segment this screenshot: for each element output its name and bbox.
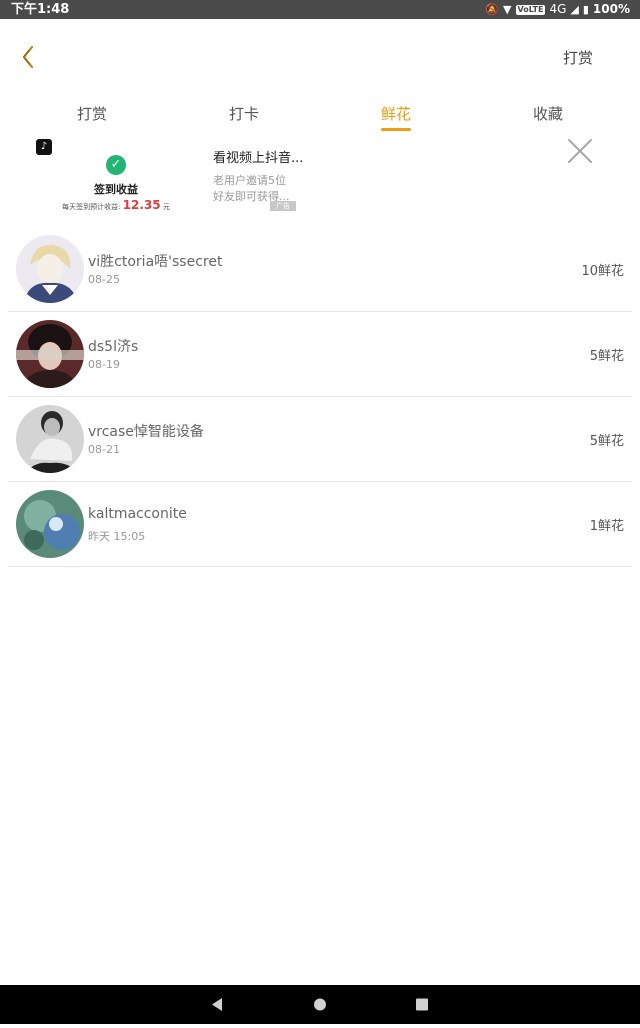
ad-title[interactable]: 看视频上抖音... [213, 147, 303, 166]
record-date: 昨天 15:05 [88, 530, 146, 543]
list-item[interactable]: vrcase悼智能设备 08-21 5鲜花 [8, 397, 632, 482]
flower-count: 1鲜花 [589, 519, 624, 534]
signal-icon: ◢ [570, 3, 579, 16]
tab-flowers[interactable]: 鲜花 [356, 103, 436, 131]
status-time: 下午1:48 [11, 2, 70, 17]
ad-image[interactable]: ♪ ✓ 签到收益 每天签到预计收益: 12.35 元 [36, 137, 196, 215]
flower-count: 5鲜花 [589, 434, 624, 449]
status-icons: 🔕 ▼ VoLTE 4G ◢ ▮ 100% [485, 0, 630, 19]
avatar[interactable] [16, 405, 84, 473]
square-recent-icon [416, 998, 428, 1011]
tab-bar: 打赏 打卡 鲜花 收藏 [0, 94, 640, 132]
tab-label: 打卡 [228, 105, 259, 123]
list-item[interactable]: kaltmacconite 昨天 15:05 1鲜花 [8, 482, 632, 567]
close-icon [568, 139, 592, 163]
record-date: 08-25 [88, 273, 120, 286]
ad-income-prefix: 每天签到预计收益: [62, 203, 121, 211]
battery-level: 100% [592, 2, 630, 16]
list-item[interactable]: vi胜ctoria唔'ssecret 08-25 10鲜花 [8, 227, 632, 312]
avatar[interactable] [16, 235, 84, 303]
record-date: 08-19 [88, 358, 120, 371]
username: ds5l济s [88, 339, 139, 355]
tab-checkin[interactable]: 打卡 [204, 103, 284, 124]
username: vrcase悼智能设备 [88, 424, 204, 440]
flower-count: 5鲜花 [589, 349, 624, 364]
list-item[interactable]: ds5l济s 08-19 5鲜花 [8, 312, 632, 397]
triangle-back-icon [212, 998, 222, 1011]
avatar[interactable] [16, 320, 84, 388]
back-button[interactable] [16, 43, 42, 71]
ad-income: 每天签到预计收益: 12.35 元 [36, 198, 196, 212]
circle-home-icon [314, 998, 326, 1011]
avatar[interactable] [16, 490, 84, 558]
ad-banner[interactable]: ♪ ✓ 签到收益 每天签到预计收益: 12.35 元 看视频上抖音... 老用户… [0, 131, 640, 219]
ad-sign-label: 签到收益 [94, 183, 138, 196]
volte-badge: VoLTE [515, 4, 546, 15]
navigation-bar [0, 985, 640, 1024]
tab-label: 收藏 [532, 105, 563, 123]
record-date: 08-21 [88, 443, 120, 456]
app-header: 打赏 [0, 19, 640, 94]
ad-income-unit: 元 [162, 203, 170, 211]
nav-back-button[interactable] [198, 985, 238, 1024]
status-bar: 下午1:48 🔕 ▼ VoLTE 4G ◢ ▮ 100% [0, 0, 640, 19]
chevron-left-icon [22, 45, 34, 69]
battery-icon: ▮ [582, 3, 589, 16]
reward-button[interactable]: 打赏 [563, 47, 593, 68]
username: vi胜ctoria唔'ssecret [88, 254, 223, 270]
flower-list: vi胜ctoria唔'ssecret 08-25 10鲜花 ds5l济s 08-… [0, 227, 640, 567]
ad-close-button[interactable] [566, 137, 594, 165]
nav-home-button[interactable] [300, 985, 340, 1024]
flower-count: 10鲜花 [581, 264, 624, 279]
ad-tag: 广告 [270, 201, 296, 211]
check-icon: ✓ [106, 155, 126, 175]
tab-favorites[interactable]: 收藏 [508, 103, 588, 124]
tab-reward[interactable]: 打赏 [52, 103, 132, 124]
ad-description: 老用户邀请5位 [213, 174, 286, 187]
username: kaltmacconite [88, 506, 187, 522]
ad-income-amount: 12.35 [122, 198, 161, 212]
tab-label: 鲜花 [380, 105, 411, 123]
nav-recent-button[interactable] [402, 985, 442, 1024]
mute-icon: 🔕 [485, 3, 500, 16]
tiktok-logo-icon: ♪ [36, 139, 52, 155]
tab-label: 打赏 [76, 105, 107, 123]
wifi-icon: ▼ [503, 3, 512, 16]
network-type: 4G [549, 2, 567, 16]
